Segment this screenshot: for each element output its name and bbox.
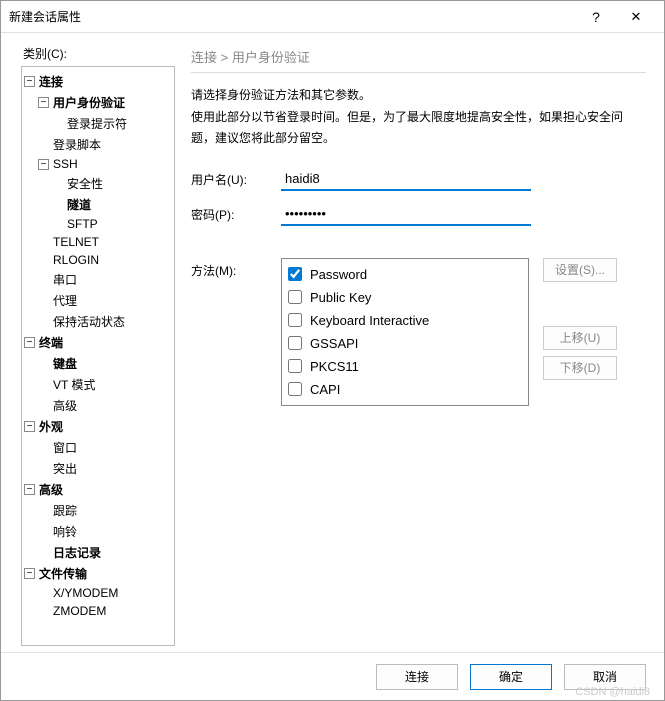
tree-item-xymodem[interactable]: X/YMODEM	[53, 586, 118, 600]
method-checkbox[interactable]	[288, 382, 302, 396]
method-item[interactable]: PKCS11	[288, 355, 522, 378]
method-item-label: CAPI	[310, 382, 340, 397]
titlebar: 新建会话属性 ? ✕	[1, 1, 664, 33]
method-item[interactable]: GSSAPI	[288, 332, 522, 355]
method-item[interactable]: Public Key	[288, 286, 522, 309]
settings-button[interactable]: 设置(S)...	[543, 258, 617, 282]
help-button[interactable]: ?	[576, 3, 616, 31]
tree-item-zmodem[interactable]: ZMODEM	[53, 604, 106, 618]
tree-item-sftp[interactable]: SFTP	[67, 217, 98, 231]
tree-toggle-icon[interactable]: −	[24, 337, 35, 348]
tree-item-telnet[interactable]: TELNET	[53, 235, 99, 249]
divider	[191, 72, 646, 73]
tree-item-tunnel[interactable]: 隧道	[67, 196, 91, 213]
tree-item-serial[interactable]: 串口	[53, 271, 77, 288]
method-item[interactable]: Keyboard Interactive	[288, 309, 522, 332]
close-button[interactable]: ✕	[616, 3, 656, 31]
tree-item-proxy[interactable]: 代理	[53, 292, 77, 309]
category-tree[interactable]: −连接 −用户身份验证 登录提示符 登录脚本 −SSH	[21, 66, 175, 646]
tree-item-terminal[interactable]: 终端	[39, 334, 63, 351]
username-label: 用户名(U):	[191, 171, 281, 188]
method-checkbox[interactable]	[288, 359, 302, 373]
tree-item-keepalive[interactable]: 保持活动状态	[53, 313, 125, 330]
tree-toggle-icon[interactable]: −	[24, 76, 35, 87]
method-item-label: PKCS11	[310, 359, 359, 374]
method-item[interactable]: Password	[288, 263, 522, 286]
dialog-window: 新建会话属性 ? ✕ 类别(C): −连接 −用户身份验证 登录提示符	[0, 0, 665, 701]
tree-item-login-prompt[interactable]: 登录提示符	[67, 115, 127, 132]
tree-item-filetransfer[interactable]: 文件传输	[39, 565, 87, 582]
tree-toggle-icon[interactable]: −	[24, 421, 35, 432]
tree-item-ssh[interactable]: SSH	[53, 157, 78, 171]
moveup-button[interactable]: 上移(U)	[543, 326, 617, 350]
method-item-label: Keyboard Interactive	[310, 313, 429, 328]
tree-item-trace[interactable]: 跟踪	[53, 502, 77, 519]
instruction-line: 使用此部分以节省登录时间。但是，为了最大限度地提高安全性，如果担心安全问题，建议…	[191, 107, 646, 150]
method-item[interactable]: CAPI	[288, 378, 522, 401]
method-list[interactable]: Password Public Key Keyboard Interactive GS…	[281, 258, 529, 406]
method-item-label: Public Key	[310, 290, 371, 305]
tree-item-appearance[interactable]: 外观	[39, 418, 63, 435]
tree-item-bell[interactable]: 响铃	[53, 523, 77, 540]
tree-item-keyboard[interactable]: 键盘	[53, 355, 77, 372]
tree-item-popout[interactable]: 突出	[53, 460, 77, 477]
ok-button[interactable]: 确定	[470, 664, 552, 690]
password-input[interactable]	[281, 203, 531, 226]
tree-toggle-icon[interactable]: −	[38, 97, 49, 108]
category-label: 类别(C):	[23, 45, 181, 62]
method-item-label: GSSAPI	[310, 336, 358, 351]
method-checkbox[interactable]	[288, 290, 302, 304]
method-checkbox[interactable]	[288, 336, 302, 350]
watermark: CSDN @haidi8	[575, 686, 650, 698]
method-label: 方法(M):	[191, 258, 281, 279]
password-label: 密码(P):	[191, 206, 281, 223]
method-checkbox[interactable]	[288, 313, 302, 327]
movedown-button[interactable]: 下移(D)	[543, 356, 617, 380]
breadcrumb: 连接 > 用户身份验证	[191, 45, 646, 72]
tree-item-login-script[interactable]: 登录脚本	[53, 136, 101, 153]
instruction-line: 请选择身份验证方法和其它参数。	[191, 85, 646, 107]
connect-button[interactable]: 连接	[376, 664, 458, 690]
tree-item-connection[interactable]: 连接	[39, 73, 63, 90]
footer: 连接 确定 取消 CSDN @haidi8	[1, 652, 664, 700]
tree-item-advanced-terminal[interactable]: 高级	[53, 397, 77, 414]
tree-item-user-auth[interactable]: 用户身份验证	[53, 94, 125, 111]
tree-item-rlogin[interactable]: RLOGIN	[53, 253, 99, 267]
tree-item-security[interactable]: 安全性	[67, 175, 103, 192]
username-input[interactable]	[281, 168, 531, 191]
method-checkbox[interactable]	[288, 267, 302, 281]
tree-item-vtmode[interactable]: VT 模式	[53, 376, 95, 393]
method-item-label: Password	[310, 267, 367, 282]
tree-item-advanced[interactable]: 高级	[39, 481, 63, 498]
instructions: 请选择身份验证方法和其它参数。 使用此部分以节省登录时间。但是，为了最大限度地提…	[191, 85, 646, 150]
tree-toggle-icon[interactable]: −	[38, 159, 49, 170]
tree-item-window[interactable]: 窗口	[53, 439, 77, 456]
tree-toggle-icon[interactable]: −	[24, 568, 35, 579]
tree-toggle-icon[interactable]: −	[24, 484, 35, 495]
window-title: 新建会话属性	[9, 8, 576, 25]
tree-item-logging[interactable]: 日志记录	[53, 544, 101, 561]
